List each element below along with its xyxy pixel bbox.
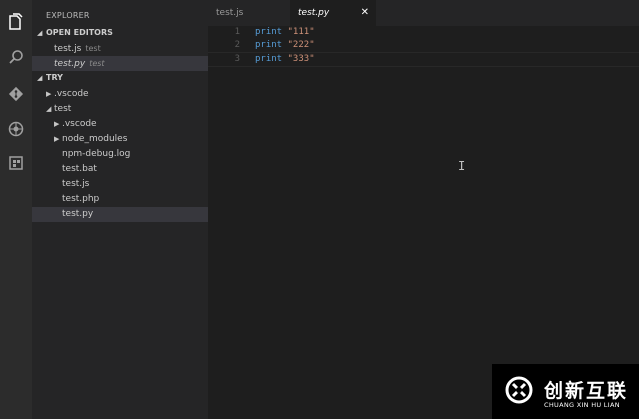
code-line: 1 print "111" xyxy=(208,26,639,39)
open-editor-item-test-js[interactable]: test.js test xyxy=(32,41,208,56)
activity-bar xyxy=(0,0,32,419)
tab-test-js[interactable]: test.js xyxy=(208,0,288,26)
extensions-icon[interactable] xyxy=(5,152,27,174)
tree-file-test-js[interactable]: test.js xyxy=(32,177,208,192)
chevron-down-icon: ◢ xyxy=(37,74,43,82)
tree-folder-vscode[interactable]: ▶ .vscode xyxy=(32,87,208,102)
chevron-down-icon: ◢ xyxy=(37,29,43,37)
search-icon[interactable] xyxy=(5,46,27,68)
open-editors-header[interactable]: ◢ OPEN EDITORS xyxy=(32,26,208,40)
tree-file-test-php[interactable]: test.php xyxy=(32,192,208,207)
line-number: 2 xyxy=(234,40,240,50)
code-line-current: 3 print "333" xyxy=(208,52,639,67)
folder-header-try[interactable]: ◢ TRY xyxy=(32,71,208,85)
tree-file-test-py[interactable]: test.py xyxy=(32,207,208,222)
close-icon[interactable]: ✕ xyxy=(361,0,369,26)
debug-icon[interactable] xyxy=(5,118,27,140)
tab-test-py[interactable]: test.py ✕ xyxy=(290,0,376,26)
code-keyword: print xyxy=(255,54,283,64)
line-number: 1 xyxy=(234,27,240,37)
watermark-cn-text: 创新互联 xyxy=(544,380,629,402)
git-icon[interactable] xyxy=(5,83,27,105)
chevron-down-icon: ◢ xyxy=(46,105,52,113)
tree-folder-node-modules[interactable]: ▶ node_modules xyxy=(32,132,208,147)
chevron-right-icon: ▶ xyxy=(54,135,60,143)
code-keyword: print xyxy=(255,27,283,37)
tree-folder-test-vscode[interactable]: ▶ .vscode xyxy=(32,117,208,132)
open-editor-item-test-py[interactable]: test.py test xyxy=(32,56,208,71)
tree-file-test-bat[interactable]: test.bat xyxy=(32,162,208,177)
code-string: "111" xyxy=(287,27,315,37)
files-icon[interactable] xyxy=(5,11,27,33)
code-string: "333" xyxy=(287,54,315,64)
explorer-sidebar: EXPLORER ◢ OPEN EDITORS test.js test test… xyxy=(32,0,208,419)
text-cursor-icon: I xyxy=(458,159,466,173)
explorer-title: EXPLORER xyxy=(46,11,90,20)
code-editor[interactable]: 1 print "111" 2 print "222" 3 print "333… xyxy=(208,26,639,419)
watermark: 创新互联 CHUANG XIN HU LIAN xyxy=(492,364,639,419)
brand-logo-icon xyxy=(504,375,534,405)
watermark-en-text: CHUANG XIN HU LIAN xyxy=(544,401,620,409)
tree-file-npm-debug-log[interactable]: npm-debug.log xyxy=(32,147,208,162)
code-line: 2 print "222" xyxy=(208,39,639,52)
editor-tab-bar: test.js test.py ✕ xyxy=(208,0,639,26)
chevron-right-icon: ▶ xyxy=(54,120,60,128)
code-keyword: print xyxy=(255,40,283,50)
tree-folder-test[interactable]: ◢ test xyxy=(32,102,208,117)
line-number: 3 xyxy=(234,54,240,64)
code-string: "222" xyxy=(287,40,315,50)
chevron-right-icon: ▶ xyxy=(46,90,52,98)
